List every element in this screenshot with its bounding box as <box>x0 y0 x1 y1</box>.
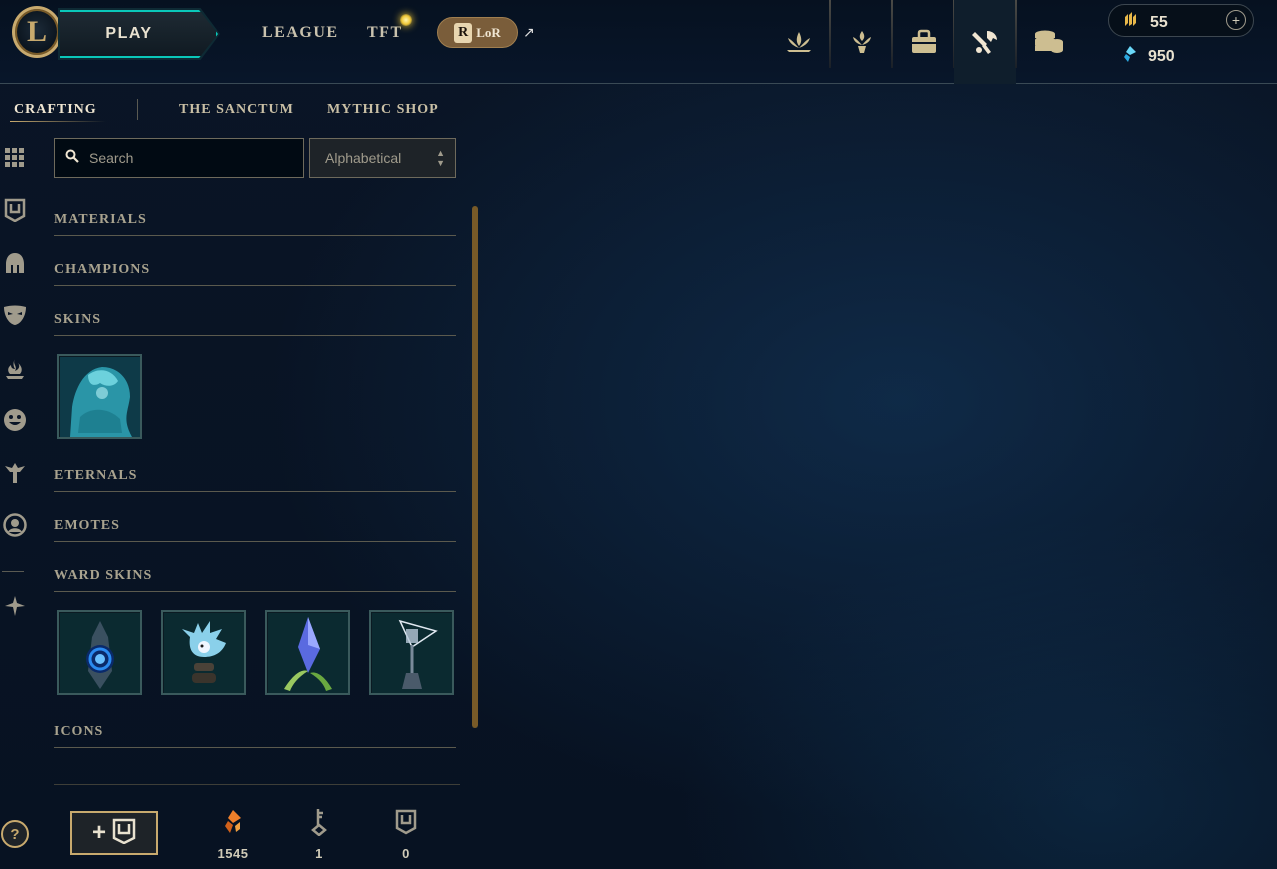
lor-button[interactable]: R LoR <box>437 17 518 48</box>
helmet-icon[interactable] <box>3 251 27 275</box>
ward-lantern-art <box>371 612 452 693</box>
notification-dot <box>400 14 412 26</box>
external-link-icon: ↗ <box>523 24 535 40</box>
category-divider <box>54 491 456 492</box>
scrollbar-thumb[interactable] <box>472 206 478 728</box>
category-champions[interactable]: CHAMPIONS <box>54 262 456 280</box>
add-chest-button[interactable]: + <box>70 811 158 855</box>
category-skins[interactable]: SKINS <box>54 312 456 330</box>
blue-essence-icon <box>1122 45 1138 68</box>
category-divider <box>54 747 456 748</box>
ward-skin-tile[interactable] <box>265 610 350 695</box>
mask-icon[interactable] <box>3 303 27 327</box>
tab-crafting[interactable]: CRAFTING <box>14 102 97 118</box>
category-icons[interactable]: ICONS <box>54 724 456 742</box>
crafting-icon[interactable] <box>954 0 1016 84</box>
ward-skin-tile[interactable] <box>369 610 454 695</box>
tab-separator <box>137 99 138 120</box>
skin-shard-art <box>59 356 140 437</box>
nav-tft[interactable]: TFT <box>367 24 403 42</box>
chevron-up-down-icon: ▲ ▼ <box>436 148 445 168</box>
store-icon[interactable] <box>1017 0 1079 84</box>
chest-icon[interactable] <box>3 198 27 222</box>
orange-essence-balance: 1545 <box>208 808 258 861</box>
ward-icon[interactable] <box>3 461 27 485</box>
category-eternals[interactable]: ETERNALS <box>54 468 456 486</box>
category-materials[interactable]: MATERIALS <box>54 212 456 230</box>
sort-dropdown[interactable]: Alphabetical ▲ ▼ <box>309 138 456 178</box>
blue-essence-amount: 950 <box>1148 47 1175 65</box>
plus-icon: + <box>91 819 106 846</box>
rp-icon <box>1122 11 1140 34</box>
category-emotes[interactable]: EMOTES <box>54 518 456 536</box>
lotus-icon[interactable] <box>768 0 830 84</box>
be-balance: 950 <box>1122 45 1175 68</box>
chests-amount: 0 <box>402 846 410 861</box>
active-tab-underline <box>10 121 106 122</box>
ward-portal-art <box>59 612 140 693</box>
category-divider <box>54 285 456 286</box>
rp-balance: 55 <box>1122 11 1168 34</box>
play-button[interactable]: PLAY <box>60 10 218 58</box>
chests-balance: 0 <box>381 808 431 861</box>
search-input[interactable] <box>89 150 289 166</box>
search-icon <box>65 149 79 168</box>
category-divider <box>54 591 456 592</box>
flame-icon[interactable] <box>3 357 27 381</box>
footer-divider <box>54 784 460 785</box>
ward-skin-tile[interactable] <box>161 610 246 695</box>
lor-label: LoR <box>476 24 501 40</box>
collection-icon[interactable] <box>893 0 955 84</box>
search-field[interactable] <box>54 138 304 178</box>
category-ward-skins[interactable]: WARD SKINS <box>54 568 456 586</box>
category-divider <box>54 541 456 542</box>
skin-shard-tile[interactable] <box>57 354 142 439</box>
chest-icon <box>112 818 136 849</box>
league-logo[interactable]: L <box>12 6 62 58</box>
ward-crystal-art <box>267 612 348 693</box>
category-divider <box>54 335 456 336</box>
buy-rp-button[interactable]: + <box>1226 10 1246 30</box>
key-icon <box>294 808 344 836</box>
ward-skin-tile[interactable] <box>57 610 142 695</box>
ward-poro-art <box>163 612 244 693</box>
chest-icon <box>381 808 431 836</box>
nav-league[interactable]: LEAGUE <box>262 24 339 42</box>
orange-essence-amount: 1545 <box>217 846 249 861</box>
tab-mythic-shop[interactable]: MYTHIC SHOP <box>327 102 439 118</box>
challenge-icon[interactable] <box>831 0 893 84</box>
keys-amount: 1 <box>315 846 323 861</box>
help-button[interactable]: ? <box>1 820 29 848</box>
rail-divider <box>2 571 24 572</box>
lor-logo-icon: R <box>454 22 473 43</box>
tab-the-sanctum[interactable]: THE SANCTUM <box>179 102 294 118</box>
play-button-label: PLAY <box>105 25 153 42</box>
keys-balance: 1 <box>294 808 344 861</box>
orange-essence-icon <box>208 808 258 836</box>
sort-value: Alphabetical <box>325 150 402 166</box>
category-divider <box>54 235 456 236</box>
logo-letter: L <box>26 15 47 48</box>
grid-icon[interactable] <box>3 146 27 170</box>
rp-amount: 55 <box>1150 13 1168 31</box>
key-fragment-icon[interactable] <box>3 594 27 618</box>
emote-icon[interactable] <box>3 408 27 432</box>
profile-icon[interactable] <box>3 513 27 537</box>
